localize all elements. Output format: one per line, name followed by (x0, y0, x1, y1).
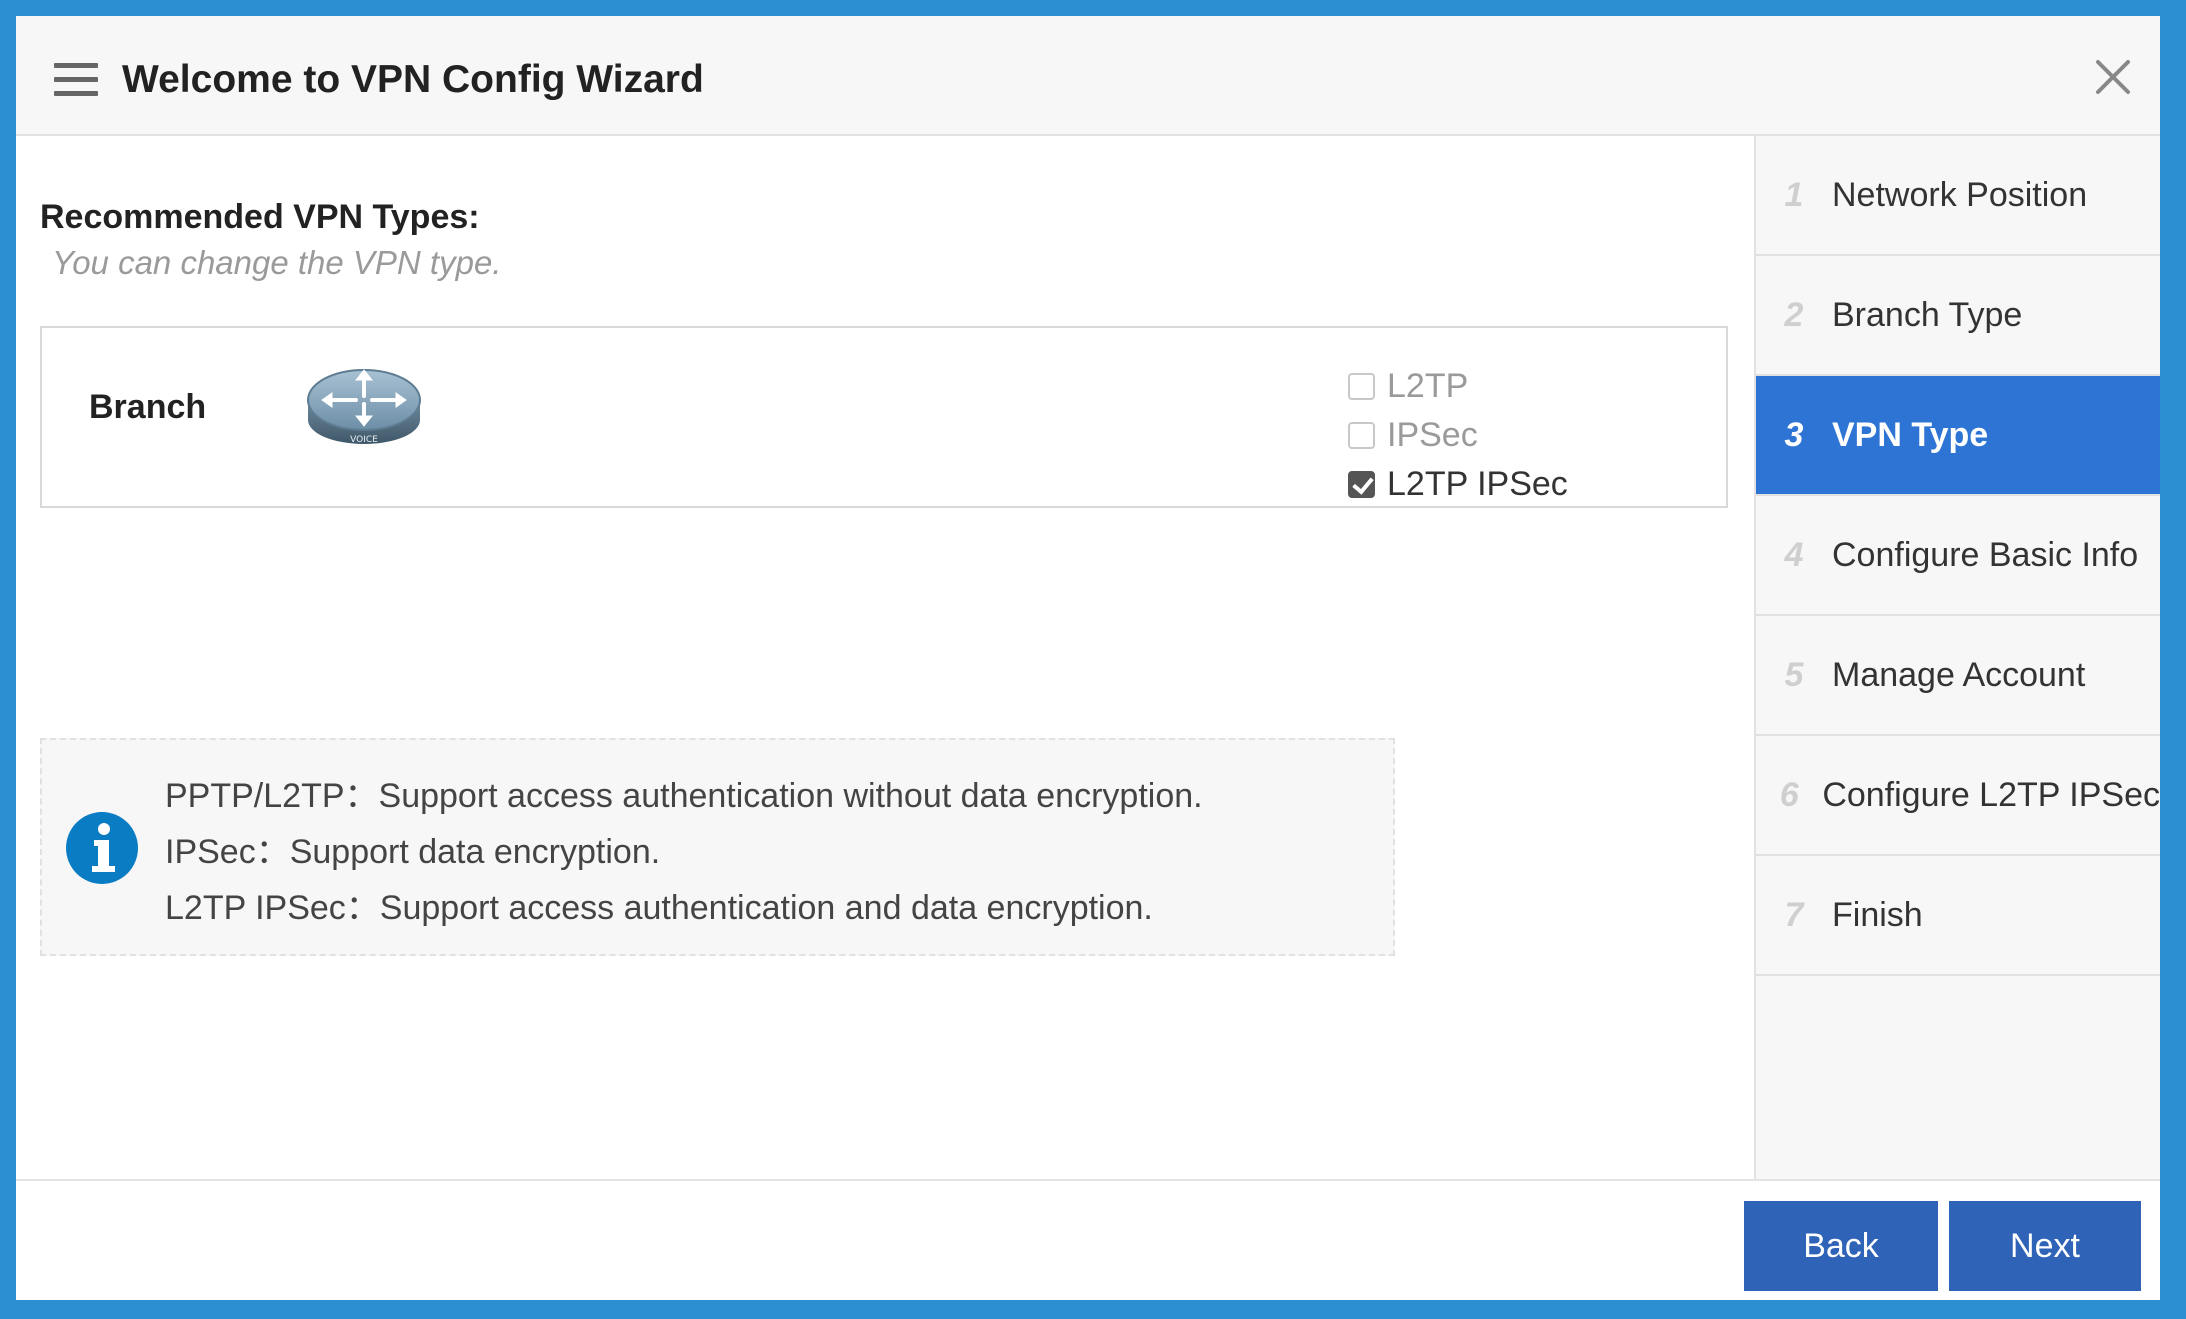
ipsec-checkbox[interactable] (1348, 422, 1375, 449)
back-button[interactable]: Back (1744, 1201, 1938, 1291)
info-line-pptp-l2tp: PPTP/L2TP：Support access authentication … (165, 777, 1203, 815)
info-line-ipsec: IPSec：Support data encryption. (165, 833, 661, 871)
window-title: Welcome to VPN Config Wizard (122, 58, 704, 101)
step-label: Branch Type (1832, 295, 2023, 334)
step-finish[interactable]: 7 Finish (1756, 856, 2160, 976)
step-number: 2 (1784, 295, 1804, 334)
vpn-types-subheading: You can change the VPN type. (52, 244, 502, 281)
step-branch-type[interactable]: 2 Branch Type (1756, 256, 2160, 376)
menu-icon[interactable] (54, 63, 98, 97)
step-configure-l2tp-ipsec[interactable]: 6 Configure L2TP IPSec (1756, 736, 2160, 856)
l2tp-checkbox[interactable] (1348, 373, 1375, 400)
step-label: Manage Account (1832, 655, 2086, 694)
info-icon (64, 810, 140, 886)
step-number: 6 (1779, 775, 1799, 814)
l2tp-ipsec-checkbox[interactable] (1348, 471, 1375, 498)
step-network-position[interactable]: 1 Network Position (1756, 136, 2160, 256)
vpn-type-options: L2TP IPSec L2TP IPSec (1348, 362, 1568, 509)
step-number: 1 (1784, 175, 1804, 214)
option-ipsec[interactable]: IPSec (1348, 411, 1568, 460)
title-bar: Welcome to VPN Config Wizard (16, 16, 2160, 136)
step-number: 4 (1784, 535, 1804, 574)
wizard-footer: Back Next (16, 1179, 2160, 1300)
router-icon-label: VOICE (350, 435, 378, 445)
step-label: Network Position (1832, 175, 2088, 214)
close-icon[interactable] (2090, 54, 2136, 100)
vpn-types-heading: Recommended VPN Types: (40, 198, 480, 236)
info-text: PPTP/L2TP：Support access authentication … (165, 768, 1203, 936)
next-button[interactable]: Next (1949, 1201, 2141, 1291)
info-panel: PPTP/L2TP：Support access authentication … (40, 738, 1395, 956)
l2tp-ipsec-label: L2TP IPSec (1387, 465, 1568, 503)
branch-label: Branch (89, 388, 207, 426)
wizard-window: Welcome to VPN Config Wizard Recommended… (13, 13, 2163, 1303)
wizard-steps: 1 Network Position 2 Branch Type 3 VPN T… (1754, 136, 2160, 1186)
option-l2tp[interactable]: L2TP (1348, 362, 1568, 411)
step-number: 5 (1784, 655, 1804, 694)
info-line-l2tp-ipsec: L2TP IPSec：Support access authentication… (165, 889, 1153, 927)
router-icon: VOICE (304, 356, 424, 452)
main-content: Recommended VPN Types: You can change th… (16, 136, 1754, 1186)
step-configure-basic-info[interactable]: 4 Configure Basic Info (1756, 496, 2160, 616)
option-l2tp-ipsec[interactable]: L2TP IPSec (1348, 460, 1568, 509)
step-label: Configure Basic Info (1832, 535, 2139, 574)
step-number: 7 (1784, 895, 1804, 934)
step-label: Configure L2TP IPSec (1822, 775, 2160, 814)
l2tp-label: L2TP (1387, 367, 1469, 405)
step-manage-account[interactable]: 5 Manage Account (1756, 616, 2160, 736)
step-label: Finish (1832, 895, 1923, 934)
step-label: VPN Type (1832, 415, 1989, 454)
ipsec-label: IPSec (1387, 416, 1478, 454)
branch-vpn-panel: Branch VOICE L2TP IPSec L2TP IPSec (40, 326, 1728, 508)
step-vpn-type[interactable]: 3 VPN Type (1756, 376, 2160, 496)
step-number: 3 (1784, 415, 1804, 454)
